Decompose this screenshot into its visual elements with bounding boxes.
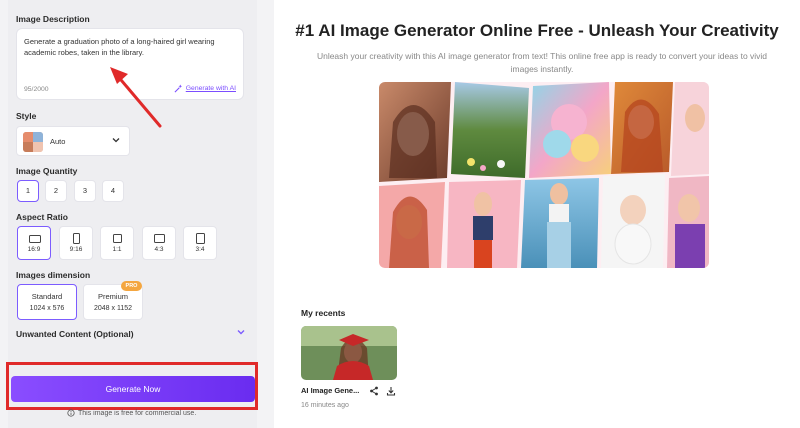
aspect-option-9-16[interactable]: 9:16 xyxy=(59,226,93,260)
style-thumbnail xyxy=(23,132,43,152)
aspect-label-4-3: 4:3 xyxy=(154,246,164,253)
chevron-down-icon xyxy=(112,138,120,143)
dimension-premium-title: Premium xyxy=(97,292,128,301)
page-subtitle: Unleash your creativity with this AI ima… xyxy=(316,51,768,74)
ratio-1-1-icon xyxy=(113,234,122,243)
dimension-premium-size: 2048 x 1152 xyxy=(93,305,132,312)
generate-with-ai-link[interactable]: Generate with AI xyxy=(174,84,236,93)
dimension-label: Images dimension xyxy=(16,270,91,280)
dimension-standard-size: 1024 x 576 xyxy=(29,305,65,312)
aspect-label-3-4: 3:4 xyxy=(195,246,205,253)
collage-image xyxy=(379,82,709,268)
style-dropdown[interactable]: Auto xyxy=(16,126,130,156)
aspect-option-1-1[interactable]: 1:1 xyxy=(100,226,134,260)
recent-item-time: 16 minutes ago xyxy=(301,402,349,409)
description-label: Image Description xyxy=(16,14,90,24)
dimension-standard[interactable]: Standard 1024 x 576 xyxy=(17,284,77,320)
aspect-option-3-4[interactable]: 3:4 xyxy=(183,226,217,260)
page-title: #1 AI Image Generator Online Free - Unle… xyxy=(295,21,779,40)
aspect-option-16-9[interactable]: 16:9 xyxy=(17,226,51,260)
chevron-down-icon[interactable] xyxy=(236,327,246,337)
ratio-16-9-icon xyxy=(29,235,41,243)
recent-thumbnail[interactable] xyxy=(301,326,397,380)
aspect-ratio-label: Aspect Ratio xyxy=(16,212,68,222)
style-label: Style xyxy=(16,111,37,121)
aspect-label-16-9: 16:9 xyxy=(27,246,41,253)
generate-with-ai-label: Generate with AI xyxy=(185,85,236,92)
sample-collage xyxy=(379,82,709,268)
download-icon[interactable] xyxy=(386,386,396,396)
info-circle-icon xyxy=(67,409,75,417)
dimension-standard-title: Standard xyxy=(31,292,63,301)
commercial-use-note: This image is free for commercial use. xyxy=(67,409,196,417)
settings-panel: Image Description Generate a graduation … xyxy=(0,0,262,428)
description-text[interactable]: Generate a graduation photo of a long-ha… xyxy=(24,36,236,58)
unwanted-content-label[interactable]: Unwanted Content (Optional) xyxy=(16,329,134,339)
main-content: #1 AI Image Generator Online Free - Unle… xyxy=(274,0,800,428)
description-textarea[interactable]: Generate a graduation photo of a long-ha… xyxy=(16,28,244,100)
style-value: Auto xyxy=(50,137,66,146)
commercial-use-text: This image is free for commercial use. xyxy=(78,409,197,417)
recent-item-name[interactable]: AI Image Gene... xyxy=(301,386,359,395)
share-icon[interactable] xyxy=(369,386,379,396)
aspect-label-9-16: 9:16 xyxy=(69,246,83,253)
ratio-4-3-icon xyxy=(154,234,165,243)
magic-wand-icon xyxy=(174,84,182,93)
generate-now-button[interactable]: Generate Now xyxy=(11,376,255,402)
ratio-9-16-icon xyxy=(73,233,80,244)
quantity-option-3[interactable]: 3 xyxy=(74,180,96,202)
quantity-option-4[interactable]: 4 xyxy=(102,180,124,202)
ratio-3-4-icon xyxy=(196,233,205,244)
quantity-option-2[interactable]: 2 xyxy=(45,180,67,202)
recents-title: My recents xyxy=(301,308,346,318)
quantity-label: Image Quantity xyxy=(16,166,78,176)
quantity-option-1[interactable]: 1 xyxy=(17,180,39,202)
aspect-label-1-1: 1:1 xyxy=(112,246,122,253)
char-counter: 95/2000 xyxy=(24,86,49,93)
aspect-option-4-3[interactable]: 4:3 xyxy=(142,226,176,260)
pro-badge: PRO xyxy=(121,281,142,291)
